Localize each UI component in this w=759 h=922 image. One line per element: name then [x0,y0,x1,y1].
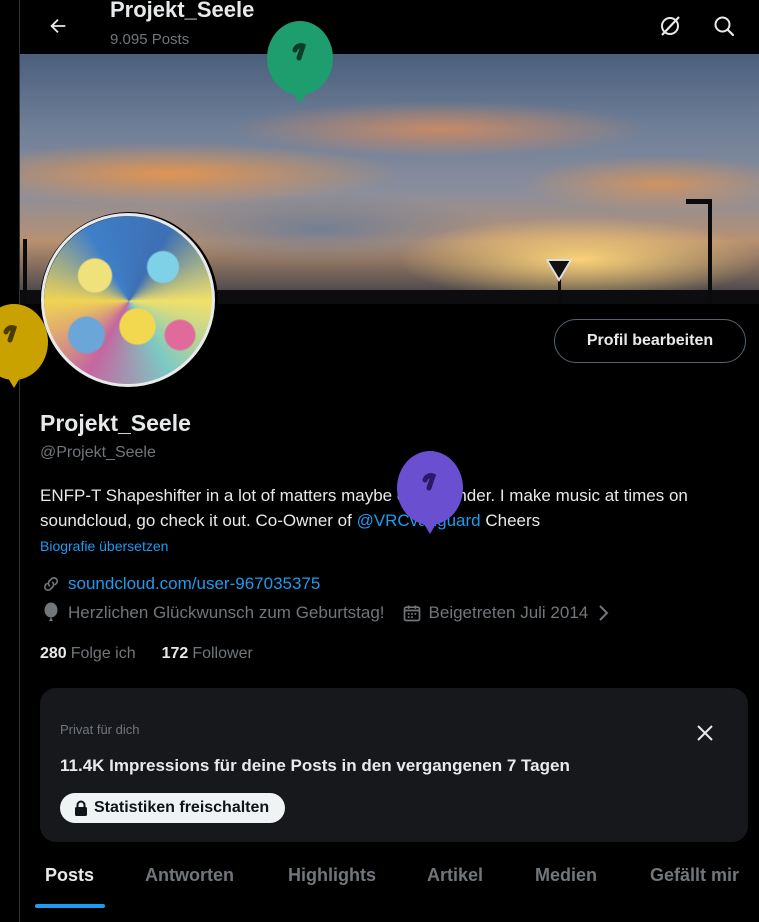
joined-date: Beigetreten Juli 2014 [428,603,589,622]
profile-name: Projekt_Seele [40,410,191,436]
green-balloon-icon [267,21,333,104]
street-lamp-head [686,199,712,204]
tab-replies[interactable]: Antworten [145,865,234,886]
close-icon [697,725,713,741]
street-lamp [708,204,712,304]
card-impressions-text: 11.4K Impressions für deine Posts in den… [60,756,570,775]
purple-balloon-icon [397,451,463,534]
unlock-stats-button[interactable]: Statistiken freischalten [60,793,286,823]
insights-card: Privat für dich 11.4K Impressions für de… [40,688,748,842]
translate-bio-link[interactable]: Biografie übersetzen [40,538,168,554]
chevron-right-icon[interactable] [592,602,614,624]
unlock-stats-label: Statistiken freischalten [94,799,270,816]
road-sign-icon [546,259,572,282]
tab-highlights[interactable]: Highlights [288,865,376,886]
grok-icon [661,16,680,36]
search-icon [714,16,735,37]
page-title: Projekt_Seele [110,0,255,22]
avatar-ring [41,213,215,387]
profile-header: Projekt_Seele 9.095 Posts [20,0,759,54]
lock-icon [75,800,87,816]
edit-profile-button[interactable]: Profil bearbeiten [554,319,746,363]
profile-link-row: soundcloud.com/user-967035375 [40,573,320,595]
followers-count: 172 [161,645,189,662]
balloon-icon [40,602,62,624]
followers-link[interactable]: 172 Follower [162,645,253,663]
follow-counts: 280 Folge ich 172 Follower [40,645,253,663]
link-icon [40,573,62,595]
tab-posts[interactable]: Posts [45,865,94,886]
left-lamp [23,239,27,304]
tab-articles[interactable]: Artikel [427,865,483,886]
back-arrow-icon [50,18,66,34]
yellow-balloon-icon [0,304,48,388]
tab-likes[interactable]: Gefällt mir [650,865,739,886]
close-button[interactable] [690,718,720,748]
search-button[interactable] [706,8,742,44]
following-count: 280 [40,645,67,662]
calendar-icon [401,602,423,624]
profile-tabs: Posts Antworten Highlights Artikel Medie… [20,850,759,910]
following-link[interactable]: 280 Folge ich [40,645,136,663]
followers-label: Follower [192,645,253,662]
profile-handle: @Projekt_Seele [40,444,156,461]
grok-button[interactable] [652,8,688,44]
bio-text-end: Cheers [480,511,541,530]
card-label: Privat für dich [60,722,140,737]
birthday-text: Herzlichen Glückwunsch zum Geburtstag! [68,603,385,622]
tab-media[interactable]: Medien [535,865,597,886]
profile-website-link[interactable]: soundcloud.com/user-967035375 [68,574,320,594]
profile-meta-row: Herzlichen Glückwunsch zum Geburtstag! B… [40,602,620,624]
active-tab-indicator [35,904,105,908]
post-count: 9.095 Posts [110,31,190,48]
back-button[interactable] [40,8,76,44]
following-label: Folge ich [70,645,136,662]
